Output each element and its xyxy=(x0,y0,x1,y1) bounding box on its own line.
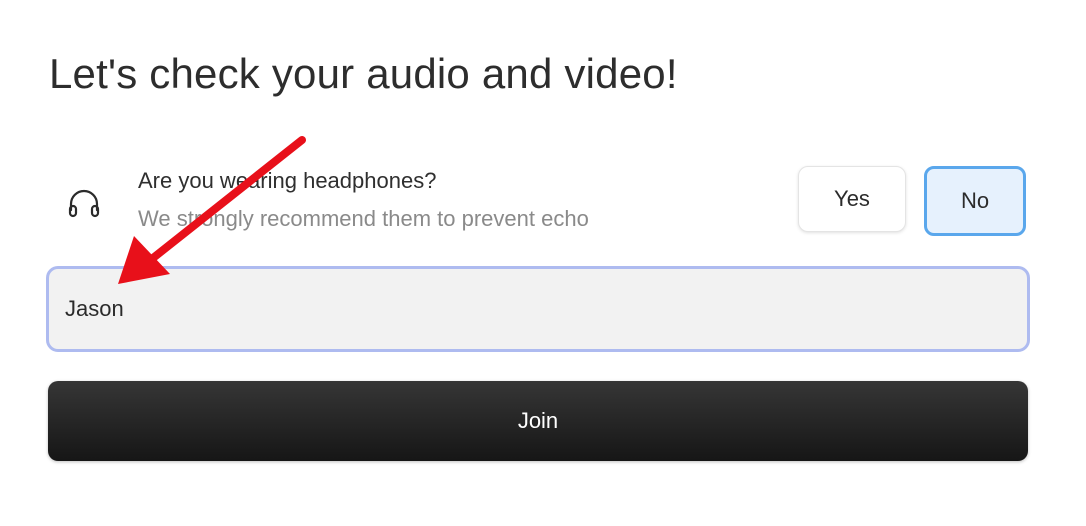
audio-video-check-page: Let's check your audio and video! Are yo… xyxy=(0,0,1086,526)
headphones-question: Are you wearing headphones? xyxy=(138,168,437,193)
headphones-prompt: Are you wearing headphones? We strongly … xyxy=(48,160,1028,240)
yes-button[interactable]: Yes xyxy=(798,166,906,232)
no-button[interactable]: No xyxy=(924,166,1026,236)
headphones-hint: We strongly recommend them to prevent ec… xyxy=(138,206,589,231)
headphones-icon xyxy=(66,186,102,222)
join-button[interactable]: Join xyxy=(48,381,1028,461)
name-input[interactable] xyxy=(46,266,1030,352)
page-title: Let's check your audio and video! xyxy=(49,50,678,97)
